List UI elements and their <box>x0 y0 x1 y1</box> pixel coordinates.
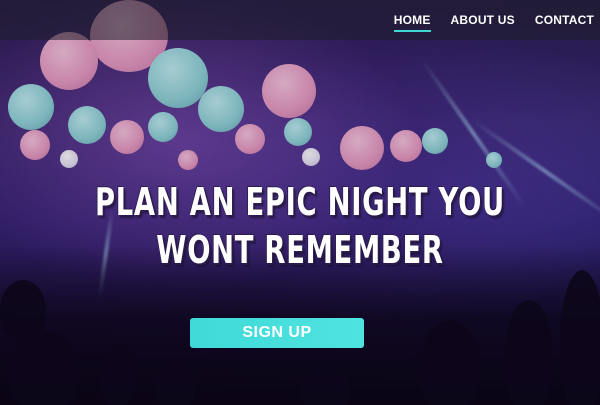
hero-title-line-1: PLAN AN EPIC NIGHT YOU <box>95 180 505 224</box>
hero-title-line-2: WONT REMEMBER <box>156 228 444 272</box>
hero-title: PLAN AN EPIC NIGHT YOU WONT REMEMBER <box>84 178 516 274</box>
nav-home-link[interactable]: HOME <box>393 13 431 32</box>
landing-page: HOME ABOUT US CONTACT PLAN AN EPIC NIGHT… <box>0 0 600 405</box>
nav-about-us-link[interactable]: ABOUT US <box>451 13 515 27</box>
top-navbar: HOME ABOUT US CONTACT <box>0 0 600 40</box>
nav-contact-link[interactable]: CONTACT <box>535 13 594 27</box>
sign-up-button[interactable]: SIGN UP <box>190 318 364 348</box>
